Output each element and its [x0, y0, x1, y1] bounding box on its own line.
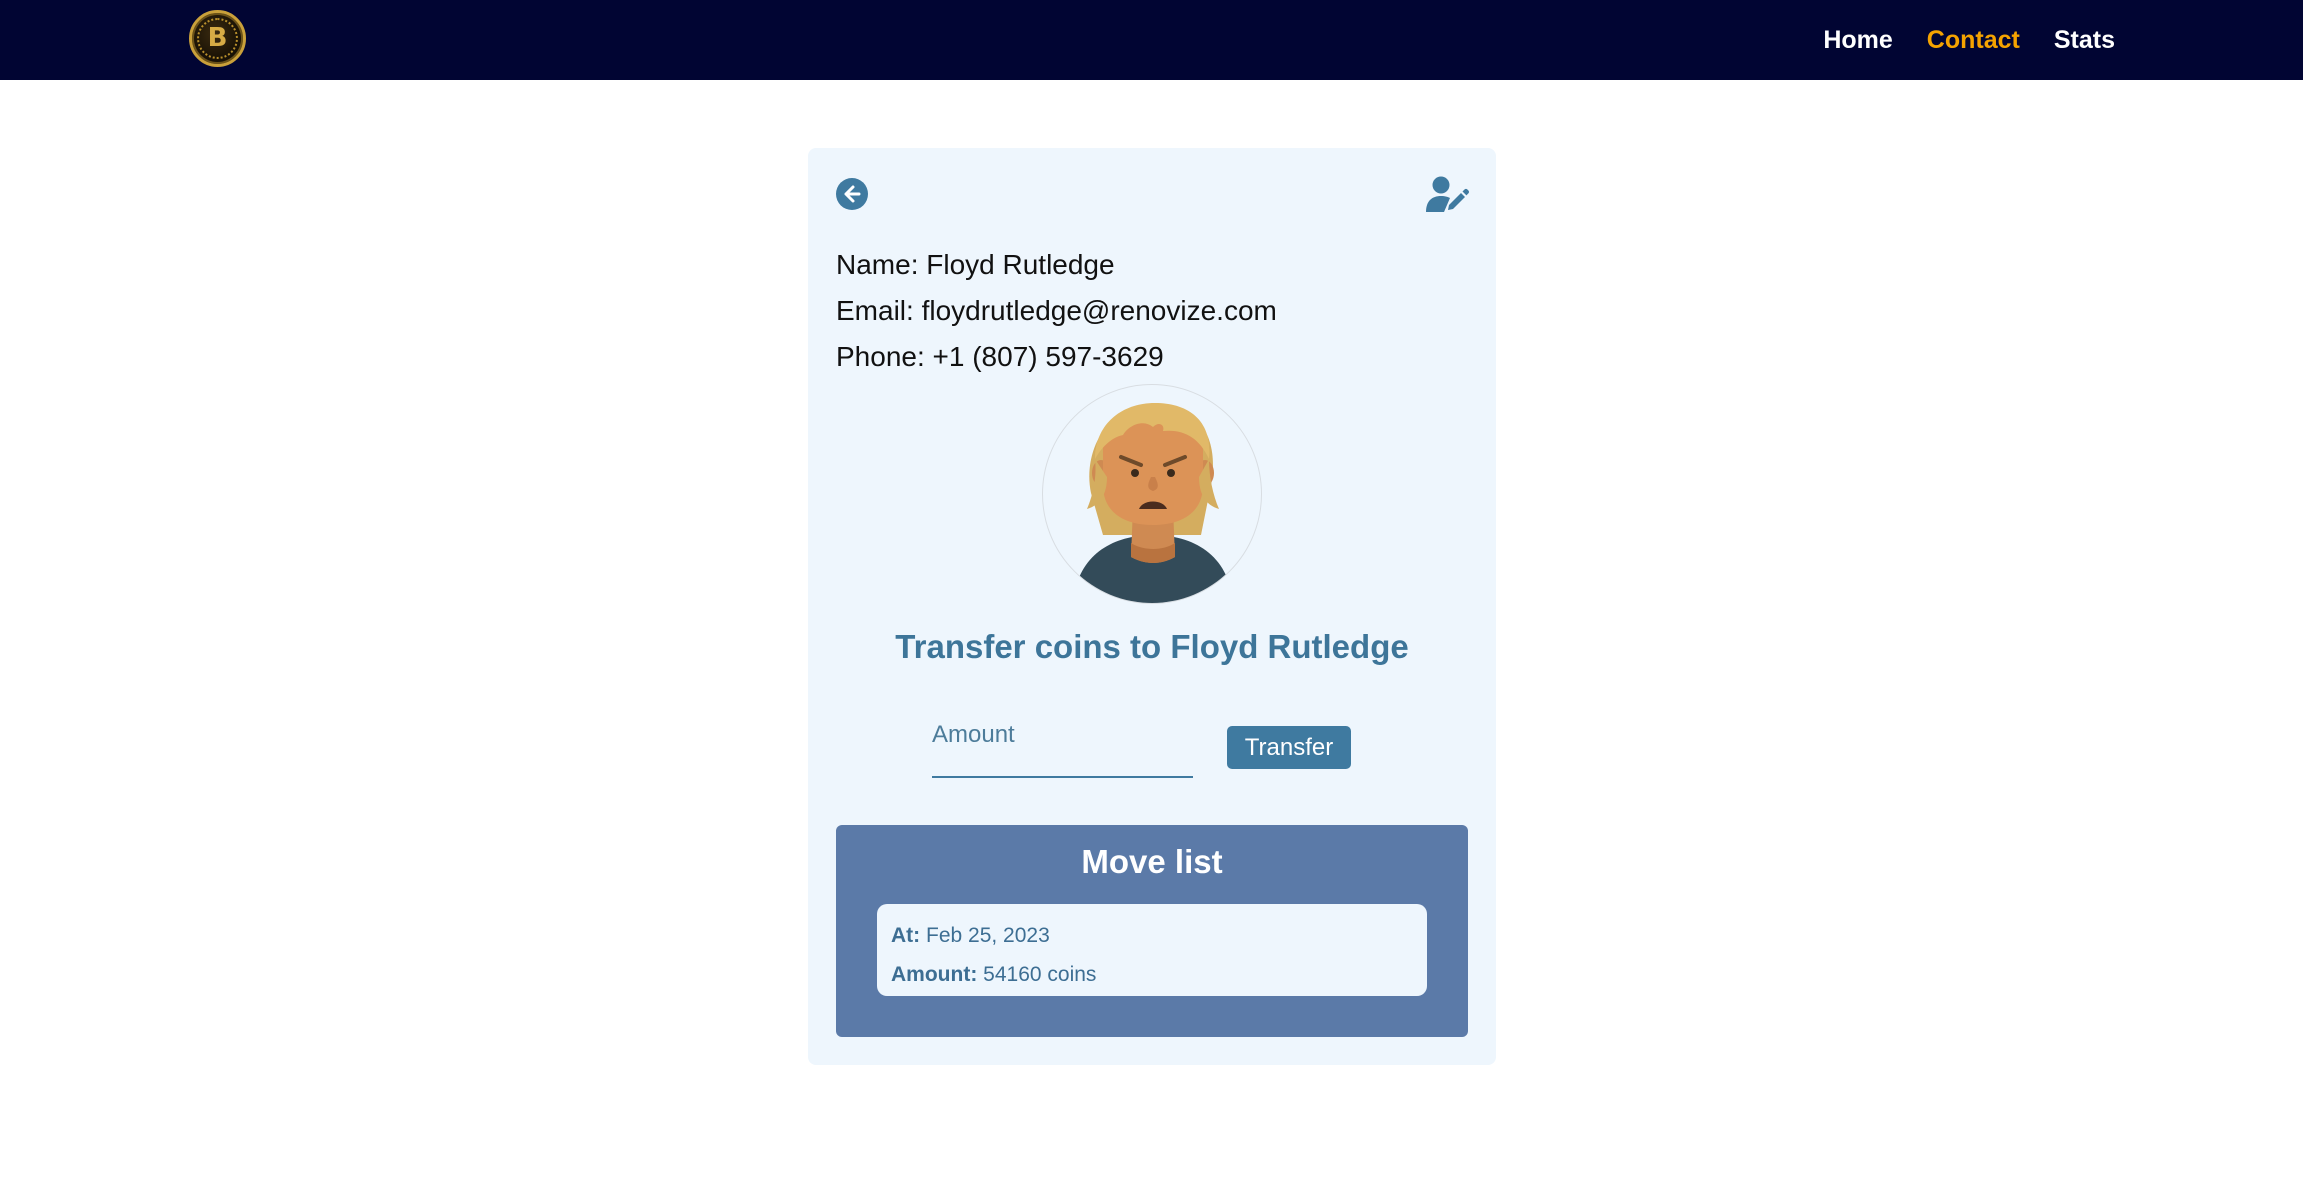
contact-avatar [1042, 384, 1262, 604]
move-list-item: At: Feb 25, 2023 Amount: 54160 coins [877, 904, 1427, 996]
contact-phone-row: Phone: +1 (807) 597-3629 [836, 334, 1277, 380]
nav-links: Home Contact Stats [1823, 0, 2115, 80]
user-edit-icon [1426, 176, 1469, 212]
transfer-title: Transfer coins to Floyd Rutledge [895, 628, 1409, 665]
move-list: Move list At: Feb 25, 2023 Amount: 54160… [836, 825, 1468, 1037]
move-date: Feb 25, 2023 [926, 924, 1050, 947]
bitcoin-logo-icon[interactable]: B [189, 10, 246, 67]
move-date-label: At: [891, 924, 921, 947]
move-amount-label: Amount: [891, 963, 978, 986]
move-amount-row: Amount: 54160 coins [891, 955, 1413, 994]
top-navbar: B Home Contact Stats [0, 0, 2303, 80]
email-label: Email: [836, 295, 914, 326]
contact-name: Floyd Rutledge [926, 249, 1115, 280]
nav-link-home[interactable]: Home [1823, 26, 1892, 55]
move-list-title: Move list [1081, 843, 1223, 880]
move-amount: 54160 coins [983, 963, 1097, 986]
contact-info: Name: Floyd Rutledge Email: floydrutledg… [836, 242, 1277, 380]
contact-email: floydrutledge@renovize.com [921, 295, 1277, 326]
phone-label: Phone: [836, 341, 925, 372]
nav-link-contact[interactable]: Contact [1927, 26, 2020, 55]
move-date-row: At: Feb 25, 2023 [891, 916, 1413, 955]
transfer-button[interactable]: Transfer [1227, 726, 1351, 769]
logo-glyph: B [207, 23, 228, 53]
contact-phone: +1 (807) 597-3629 [932, 341, 1164, 372]
contact-name-row: Name: Floyd Rutledge [836, 242, 1277, 288]
back-button[interactable] [836, 178, 868, 210]
nav-link-stats[interactable]: Stats [2054, 26, 2115, 55]
contact-email-row: Email: floydrutledge@renovize.com [836, 288, 1277, 334]
contact-details-card: Name: Floyd Rutledge Email: floydrutledg… [808, 148, 1496, 1065]
avatar-illustration [1073, 403, 1233, 603]
name-label: Name: [836, 249, 919, 280]
amount-input[interactable] [932, 708, 1193, 778]
edit-contact-button[interactable] [1426, 176, 1470, 214]
arrow-left-circle-icon [836, 178, 868, 210]
